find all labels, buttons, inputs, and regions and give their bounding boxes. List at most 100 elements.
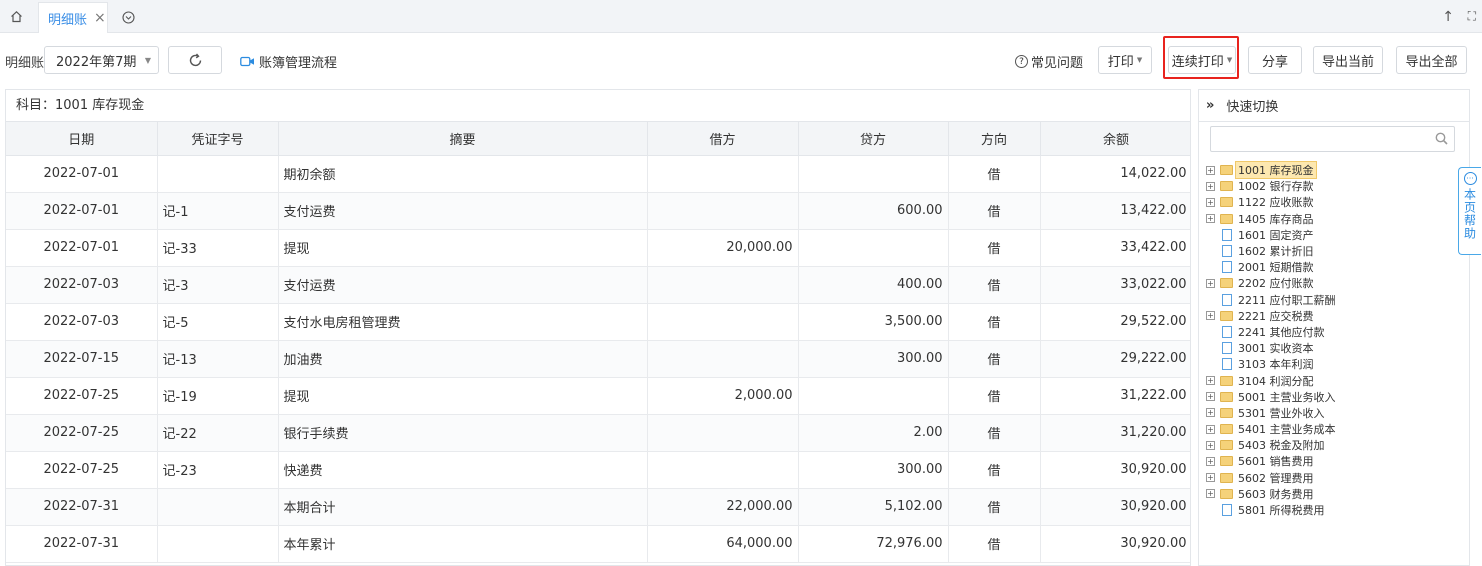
table-row[interactable]: 2022-07-25 记-23 快递费 300.00 借 30,920.00 [6,451,1190,489]
tree-item[interactable]: +2202 应付账款 [1206,275,1339,291]
tree-item[interactable]: +5602 管理费用 [1206,470,1339,486]
voucher-cell[interactable]: 记-33 [157,229,279,267]
tree-item[interactable]: +3104 利润分配 [1206,372,1339,388]
quick-switch-header[interactable]: » 快速切换 [1199,90,1469,122]
col-header-date[interactable]: 日期 [6,122,158,156]
expand-icon[interactable]: + [1206,165,1215,175]
arrow-up-icon[interactable]: ↑ [1442,9,1454,25]
voucher-cell[interactable] [157,525,279,563]
expand-icon[interactable]: + [1206,214,1215,224]
print-button[interactable]: 打印 ▼ [1098,46,1152,74]
tree-item[interactable]: 1602 累计折旧 [1206,243,1339,259]
voucher-cell[interactable]: 记-1 [157,192,279,230]
tree-item-label: 1001 库存现金 [1235,161,1317,180]
voucher-cell[interactable]: 记-23 [157,451,279,489]
table-row[interactable]: 2022-07-03 记-5 支付水电房租管理费 3,500.00 借 29,522.00 [6,303,1190,341]
share-button[interactable]: 分享 [1248,46,1302,74]
folder-icon [1220,213,1233,224]
voucher-cell[interactable]: 记-5 [157,303,279,341]
tree-item[interactable]: +1405 库存商品 [1206,211,1339,227]
tree-item[interactable]: 3001 实收资本 [1206,340,1339,356]
tree-item[interactable]: +5603 财务费用 [1206,486,1339,502]
table-row[interactable]: 2022-07-25 记-19 提现 2,000.00 借 31,222.00 [6,377,1190,415]
subject-search-input[interactable] [1210,126,1455,152]
expand-icon[interactable]: + [1206,197,1215,207]
ledger-flow-link[interactable]: 账簿管理流程 [240,52,337,71]
close-icon[interactable]: × [94,11,106,25]
refresh-button[interactable] [168,46,222,74]
tree-item-label: 1122 应收账款 [1238,196,1314,210]
page-help-button[interactable]: ··· 本页帮助 [1458,167,1481,255]
expand-icon[interactable]: + [1206,440,1215,450]
expand-icon[interactable]: + [1206,181,1215,191]
tree-item[interactable]: 3103 本年利润 [1206,356,1339,372]
direction-cell: 借 [948,377,1041,415]
expand-icon[interactable]: + [1206,392,1215,402]
credit-cell: 5,102.00 [798,488,949,526]
fullscreen-icon[interactable]: ⛶ [1468,9,1476,24]
col-header-summary[interactable]: 摘要 [278,122,648,156]
debit-cell: 64,000.00 [647,525,799,563]
tree-item[interactable]: 2001 短期借款 [1206,259,1339,275]
tree-item[interactable]: +1001 库存现金 [1206,161,1339,180]
tab-menu-button[interactable] [118,7,138,27]
voucher-cell[interactable] [157,155,279,193]
continuous-print-label: 连续打印 [1171,54,1224,70]
tree-item[interactable]: +5401 主营业务成本 [1206,421,1339,437]
table-row[interactable]: 2022-07-31 本期合计 22,000.00 5,102.00 借 30,920.0… [6,488,1190,526]
tree-item[interactable]: +1002 银行存款 [1206,178,1339,194]
table-row[interactable]: 2022-07-01 记-1 支付运费 600.00 借 13,422.00 [6,192,1190,230]
date-cell: 2022-07-25 [6,377,158,415]
table-row[interactable]: 2022-07-01 记-33 提现 20,000.00 借 33,422.00 [6,229,1190,267]
voucher-cell[interactable]: 记-22 [157,414,279,452]
expand-icon[interactable]: + [1206,376,1215,386]
tree-item[interactable]: 5801 所得税费用 [1206,502,1339,518]
col-header-voucher[interactable]: 凭证字号 [157,122,279,156]
tree-item-label: 1405 库存商品 [1238,212,1314,226]
col-header-direction[interactable]: 方向 [948,122,1041,156]
folder-icon [1220,407,1233,418]
col-header-debit[interactable]: 借方 [647,122,799,156]
expand-icon[interactable]: + [1206,311,1215,321]
expand-icon[interactable]: + [1206,424,1215,434]
export-current-button[interactable]: 导出当前 [1313,46,1383,74]
col-header-credit[interactable]: 贷方 [798,122,949,156]
tab-detail-ledger[interactable]: 明细账 × [38,2,108,33]
col-header-balance[interactable]: 余额 [1040,122,1190,156]
expand-icon[interactable]: + [1206,473,1215,483]
table-row[interactable]: 2022-07-03 记-3 支付运费 400.00 借 33,022.00 [6,266,1190,304]
export-current-label: 导出当前 [1321,54,1374,70]
home-tab[interactable] [0,0,32,33]
table-row[interactable]: 2022-07-25 记-22 银行手续费 2.00 借 31,220.00 [6,414,1190,452]
voucher-cell[interactable] [157,488,279,526]
expand-icon[interactable]: + [1206,278,1215,288]
period-select[interactable]: 2022年第7期 ▼ [44,46,159,74]
direction-cell: 借 [948,266,1041,304]
faq-link[interactable]: ? 常见问题 [1015,52,1083,71]
tree-item[interactable]: 2241 其他应付款 [1206,324,1339,340]
double-chevron-right-icon[interactable]: » [1206,98,1214,113]
expand-icon[interactable]: + [1206,489,1215,499]
tree-item[interactable]: +5001 主营业务收入 [1206,389,1339,405]
date-cell: 2022-07-15 [6,340,158,378]
expand-icon[interactable]: + [1206,408,1215,418]
tree-item[interactable]: +5601 销售费用 [1206,453,1339,469]
tree-item[interactable]: +5403 税金及附加 [1206,437,1339,453]
tree-item[interactable]: +1122 应收账款 [1206,194,1339,210]
export-all-button[interactable]: 导出全部 [1396,46,1467,74]
continuous-print-button[interactable]: 连续打印 ▼ [1168,46,1236,74]
balance-cell: 13,422.00 [1040,192,1190,230]
voucher-cell[interactable]: 记-3 [157,266,279,304]
voucher-cell[interactable]: 记-13 [157,340,279,378]
tree-item[interactable]: +2221 应交税费 [1206,308,1339,324]
table-row[interactable]: 2022-07-15 记-13 加油费 300.00 借 29,222.00 [6,340,1190,378]
table-row[interactable]: 2022-07-31 本年累计 64,000.00 72,976.00 借 30,920.… [6,525,1190,563]
table-row[interactable]: 2022-07-01 期初余额 借 14,022.00 [6,155,1190,193]
voucher-cell[interactable]: 记-19 [157,377,279,415]
debit-cell [647,155,799,193]
search-icon[interactable] [1435,132,1448,145]
tree-item[interactable]: 1601 固定资产 [1206,227,1339,243]
tree-item[interactable]: 2211 应付职工薪酬 [1206,292,1339,308]
tree-item[interactable]: +5301 营业外收入 [1206,405,1339,421]
expand-icon[interactable]: + [1206,456,1215,466]
